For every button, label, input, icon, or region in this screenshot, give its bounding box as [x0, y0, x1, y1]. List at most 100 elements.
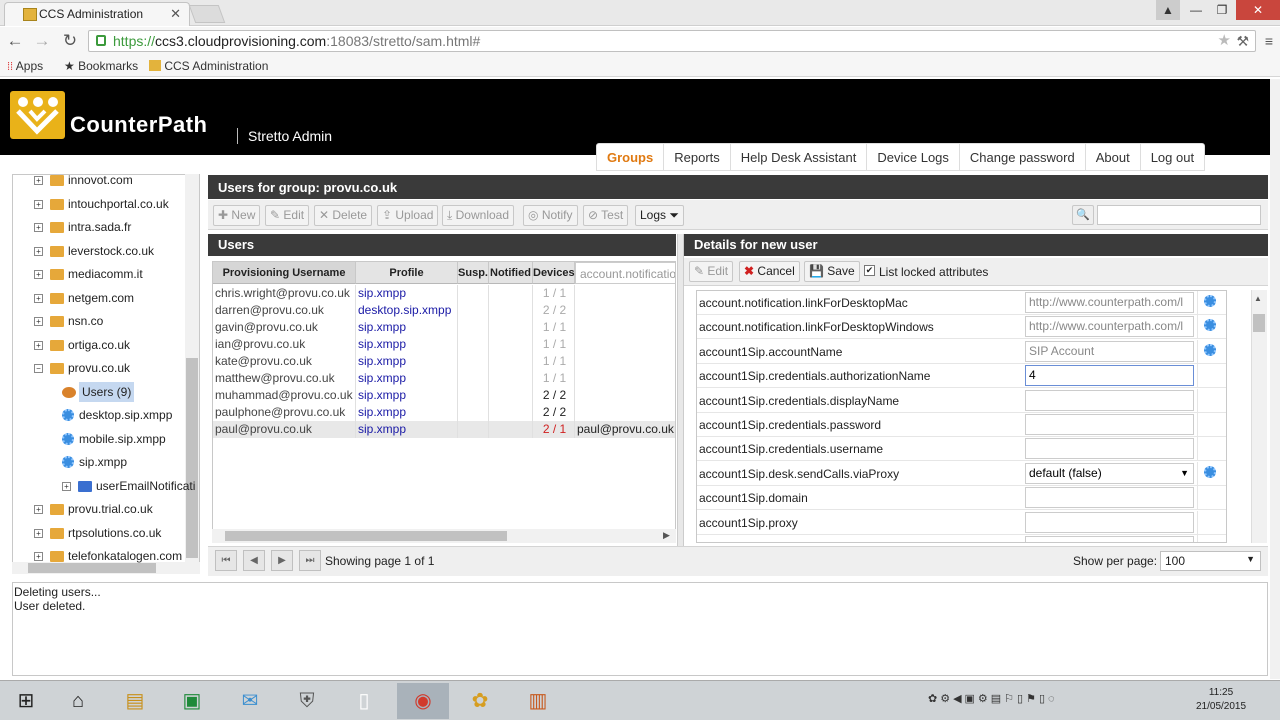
expand-icon[interactable]: +: [34, 270, 43, 279]
gear-icon[interactable]: [1204, 465, 1216, 478]
nav-about[interactable]: About: [1086, 144, 1141, 170]
apps-bookmark[interactable]: ⁞⁞ Apps: [7, 58, 43, 74]
document-icon[interactable]: ▯: [338, 683, 390, 719]
locked-attributes-checkbox[interactable]: ✔: [864, 265, 875, 276]
table-row[interactable]: paul@provu.co.uk sip.xmpp 2 / 1 paul@provu.…: [213, 421, 675, 438]
last-page-icon[interactable]: ⏭: [299, 550, 321, 571]
security-shield-icon[interactable]: ⛨: [281, 683, 333, 719]
close-tab-icon[interactable]: ✕: [170, 6, 181, 22]
expand-icon[interactable]: +: [34, 199, 43, 209]
logs-button[interactable]: Logs ⏷: [635, 205, 684, 226]
detail-value-input[interactable]: [1025, 487, 1194, 509]
detail-value-input[interactable]: http://www.counterpath.com/l: [1025, 292, 1194, 313]
browser-tab[interactable]: CCS Administration ✕: [4, 2, 190, 26]
detail-value-input[interactable]: [1025, 438, 1194, 460]
clock[interactable]: 11:25 21/05/2015: [1196, 686, 1246, 714]
table-row[interactable]: ian@provu.co.uk sip.xmpp 1 / 1: [213, 336, 675, 353]
gear-icon[interactable]: [1204, 343, 1216, 356]
table-row[interactable]: paulphone@provu.co.uk sip.xmpp 2 / 2: [213, 404, 675, 421]
nav-groups[interactable]: Groups: [597, 144, 665, 170]
upload-button[interactable]: ⇪ Upload: [377, 205, 439, 226]
column-header[interactable]: Susp.: [458, 262, 489, 284]
details-vscroll-thumb[interactable]: [1253, 314, 1265, 332]
detail-value-input[interactable]: [1025, 511, 1194, 533]
detail-value-input[interactable]: http://www.counterpath.com/l: [1025, 316, 1194, 338]
detail-value-input[interactable]: default (false) ▼: [1025, 462, 1194, 484]
expand-icon[interactable]: +: [34, 223, 43, 232]
notify-button[interactable]: ◎ Notify: [523, 205, 578, 226]
nav-logout[interactable]: Log out: [1141, 144, 1204, 170]
extension-icon[interactable]: ⚒: [1236, 31, 1249, 51]
ccs-bookmark[interactable]: CCS Administration: [149, 58, 268, 74]
store-icon[interactable]: ▣: [166, 683, 218, 719]
expand-icon[interactable]: +: [34, 246, 43, 256]
windows-start-icon[interactable]: ⊞: [0, 683, 52, 719]
table-row[interactable]: matthew@provu.co.uk sip.xmpp 1 / 1: [213, 370, 675, 387]
table-row[interactable]: darren@provu.co.uk desktop.sip.xmpp 2 / 2: [213, 302, 675, 319]
expand-icon[interactable]: +: [62, 481, 71, 491]
system-tray-icons[interactable]: ✿⚙◀▣⚙▤⚐▯⚑▯◌: [928, 692, 1058, 705]
chrome-icon[interactable]: ◉: [397, 683, 449, 719]
table-row[interactable]: chris.wright@provu.co.uk sip.xmpp 1 / 1: [213, 285, 675, 302]
cancel-button[interactable]: ✖ Cancel: [739, 261, 800, 282]
menu-icon[interactable]: ≡: [1258, 30, 1280, 52]
restore-icon[interactable]: ❐: [1210, 0, 1234, 20]
details-edit-button[interactable]: ✎ Edit: [689, 261, 734, 282]
nav-change-password[interactable]: Change password: [960, 144, 1086, 170]
new-tab-button[interactable]: [188, 5, 226, 23]
minimize-icon[interactable]: —: [1184, 0, 1208, 20]
forward-icon[interactable]: →: [31, 30, 53, 52]
column-header[interactable]: Notified: [489, 262, 533, 284]
search-input[interactable]: [1097, 205, 1261, 225]
edit-button[interactable]: ✎ Edit: [265, 205, 310, 226]
scroll-right-icon[interactable]: ▶: [663, 530, 670, 541]
next-page-icon[interactable]: ▶: [271, 550, 293, 571]
notes-icon[interactable]: ▥: [512, 683, 564, 719]
tree-vscroll[interactable]: [185, 174, 199, 562]
detail-value-input[interactable]: [1025, 536, 1194, 542]
expand-icon[interactable]: +: [34, 552, 43, 561]
download-button[interactable]: ⤓ Download: [442, 205, 515, 226]
counterpath-taskbar-icon[interactable]: ✿: [454, 683, 506, 719]
url-input[interactable]: https://ccs3.cloudprovisioning.com:18083…: [88, 30, 1256, 52]
test-button[interactable]: ⊘ Test: [583, 205, 629, 226]
per-page-select[interactable]: 100 ▼: [1160, 551, 1261, 571]
star-icon[interactable]: ★: [1218, 31, 1231, 51]
expand-icon[interactable]: +: [34, 293, 43, 303]
expand-icon[interactable]: +: [34, 176, 43, 185]
back-icon[interactable]: ←: [4, 30, 26, 52]
nav-reports[interactable]: Reports: [664, 144, 731, 170]
expand-icon[interactable]: +: [34, 505, 43, 514]
panel-splitter[interactable]: [677, 234, 684, 546]
users-hscroll-thumb[interactable]: [225, 531, 507, 541]
first-page-icon[interactable]: ⏮: [215, 550, 237, 571]
collapse-icon[interactable]: −: [34, 364, 43, 373]
detail-value-input[interactable]: [1025, 389, 1194, 411]
table-row[interactable]: gavin@provu.co.uk sip.xmpp 1 / 1: [213, 319, 675, 336]
expand-icon[interactable]: +: [34, 340, 43, 350]
column-header[interactable]: Provisioning Username: [213, 262, 356, 284]
mail-icon[interactable]: ✉: [224, 683, 276, 719]
table-row[interactable]: muhammad@provu.co.uk sip.xmpp 2 / 2: [213, 387, 675, 404]
prev-page-icon[interactable]: ◀: [243, 550, 265, 571]
gear-icon[interactable]: [1204, 295, 1216, 307]
new-button[interactable]: ✚ New: [213, 205, 261, 226]
column-header[interactable]: Devices: [533, 262, 575, 284]
reload-icon[interactable]: ↻: [59, 30, 81, 52]
save-button[interactable]: 💾 Save: [804, 261, 860, 282]
column-header[interactable]: Profile: [356, 262, 458, 284]
nav-device-logs[interactable]: Device Logs: [867, 144, 960, 170]
home-icon[interactable]: ⌂: [52, 683, 104, 719]
table-row[interactable]: kate@provu.co.uk sip.xmpp 1 / 1: [213, 353, 675, 370]
file-explorer-icon[interactable]: ▤: [109, 683, 161, 719]
detail-value-input[interactable]: SIP Account: [1025, 340, 1194, 362]
column-header[interactable]: account.notificatio: [575, 262, 675, 284]
delete-button[interactable]: ✕ Delete: [314, 205, 373, 226]
nav-help-desk[interactable]: Help Desk Assistant: [731, 144, 868, 170]
detail-value-input[interactable]: [1025, 414, 1194, 435]
search-icon[interactable]: 🔍: [1072, 205, 1094, 225]
expand-icon[interactable]: +: [34, 528, 43, 538]
close-window-icon[interactable]: ✕: [1236, 0, 1280, 20]
bookmarks-folder[interactable]: ★ Bookmarks: [64, 58, 138, 74]
detail-value-input[interactable]: 4: [1025, 365, 1194, 387]
